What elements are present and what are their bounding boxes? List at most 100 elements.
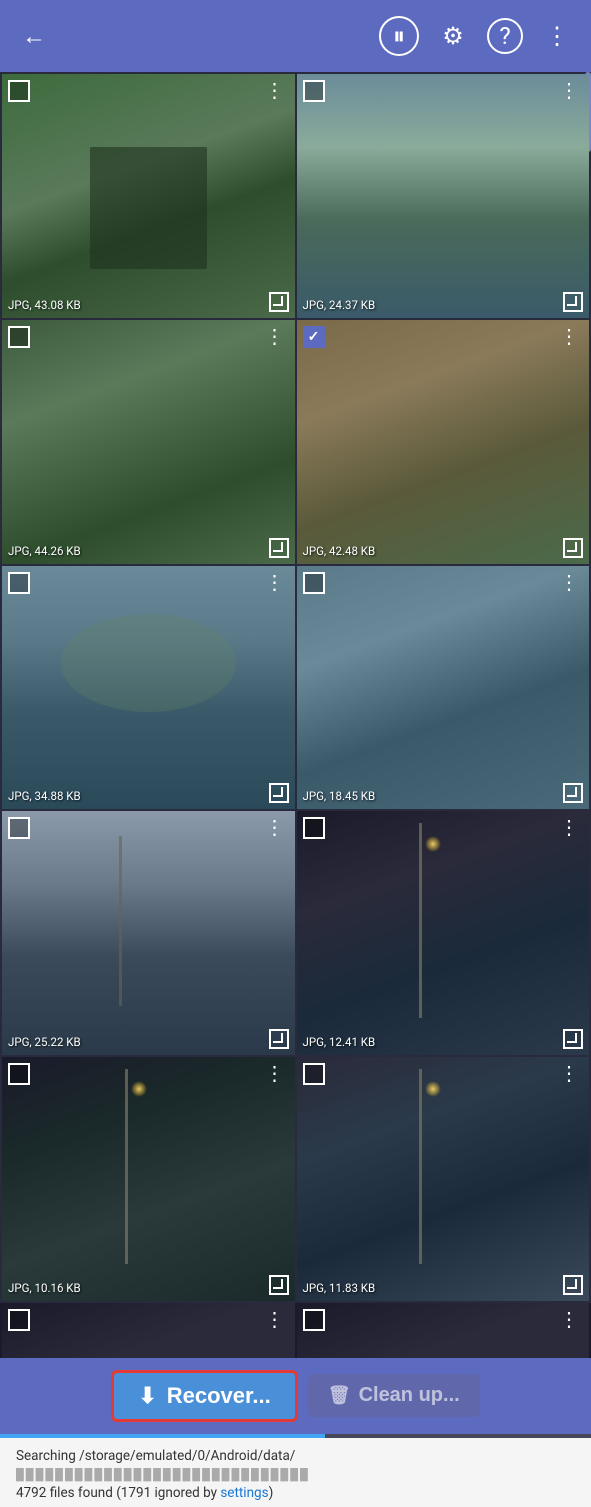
checkbox-7[interactable] [8,817,30,839]
checkbox-partial-left[interactable] [8,1309,30,1331]
settings-link[interactable]: settings [220,1485,268,1501]
item-bottom-7: JPG, 25.22 KB [2,1029,295,1055]
progress-bar [0,1434,591,1438]
checkbox-5[interactable] [8,572,30,594]
more-options-6[interactable]: ⋮ [555,572,583,592]
checkbox-10[interactable] [303,1063,325,1085]
item-top-1: ⋮ [2,74,295,102]
more-options-partial-right[interactable]: ⋮ [555,1309,583,1329]
download-icon: ⬇ [138,1383,156,1409]
checkbox-6[interactable] [303,572,325,594]
item-overlay-5: ⋮ JPG, 34.88 KB [2,566,295,810]
more-options-8[interactable]: ⋮ [555,817,583,837]
item-label-3: JPG, 44.26 KB [8,544,81,558]
expand-button-4[interactable] [563,538,583,558]
pause-button[interactable]: ⏸ [379,16,419,56]
checkbox-1[interactable] [8,80,30,102]
item-overlay-9: ⋮ JPG, 10.16 KB [2,1057,295,1301]
item-top-8: ⋮ [297,811,590,839]
checkbox-9[interactable] [8,1063,30,1085]
expand-button-10[interactable] [563,1275,583,1295]
item-overlay-4: ⋮ JPG, 42.48 KB [297,320,590,564]
expand-button-5[interactable] [269,783,289,803]
item-label-4: JPG, 42.48 KB [303,544,376,558]
item-bottom-2: JPG, 24.37 KB [297,292,590,318]
item-overlay-8: ⋮ JPG, 12.41 KB [297,811,590,1055]
item-label-7: JPG, 25.22 KB [8,1035,81,1049]
grid-item-8: ⋮ JPG, 12.41 KB [297,811,590,1055]
expand-button-3[interactable] [269,538,289,558]
item-label-10: JPG, 11.83 KB [303,1281,376,1295]
files-found: 4792 files found (1791 ignored by settin… [16,1485,575,1501]
action-bar: ⬇ Recover... 🗑 Clean up... [0,1358,591,1434]
item-label-1: JPG, 43.08 KB [8,298,81,312]
checkbox-8[interactable] [303,817,325,839]
item-top-3: ⋮ [2,320,295,348]
grid-item-6: ⋮ JPG, 18.45 KB [297,566,590,810]
checkbox-2[interactable] [303,80,325,102]
grid-item-partial-left: ⋮ [2,1303,295,1358]
grid-item-7: ⋮ JPG, 25.22 KB [2,811,295,1055]
toolbar: ← ⏸ ⚙ ? ⋮ [0,0,591,72]
grid-item-5: ⋮ JPG, 34.88 KB [2,566,295,810]
item-bottom-1: JPG, 43.08 KB [2,292,295,318]
expand-button-6[interactable] [563,783,583,803]
status-bar: Searching /storage/emulated/0/Android/da… [0,1438,591,1507]
expand-button-1[interactable] [269,292,289,312]
more-options-4[interactable]: ⋮ [555,326,583,346]
photo-grid: ⋮ JPG, 43.08 KB ⋮ JPG, 24.37 KB ⋮ [0,72,591,1303]
grid-item-10: ⋮ JPG, 11.83 KB [297,1057,590,1301]
more-icon: ⋮ [545,22,569,50]
more-options-partial-left[interactable]: ⋮ [261,1309,289,1329]
item-label-2: JPG, 24.37 KB [303,298,376,312]
more-options-3[interactable]: ⋮ [261,326,289,346]
more-options-5[interactable]: ⋮ [261,572,289,592]
item-top-5: ⋮ [2,566,295,594]
cleanup-button[interactable]: 🗑 Clean up... [308,1374,480,1417]
checkbox-partial-right[interactable] [303,1309,325,1331]
item-bottom-5: JPG, 34.88 KB [2,783,295,809]
item-top-9: ⋮ [2,1057,295,1085]
item-top-4: ⋮ [297,320,590,348]
item-top-10: ⋮ [297,1057,590,1085]
progress-fill [0,1434,325,1438]
more-options-1[interactable]: ⋮ [261,80,289,100]
expand-button-9[interactable] [269,1275,289,1295]
more-options-9[interactable]: ⋮ [261,1063,289,1083]
item-bottom-10: JPG, 11.83 KB [297,1275,590,1301]
recover-button[interactable]: ⬇ Recover... [111,1370,297,1422]
item-bottom-4: JPG, 42.48 KB [297,538,590,564]
item-overlay-2: ⋮ JPG, 24.37 KB [297,74,590,318]
more-options-10[interactable]: ⋮ [555,1063,583,1083]
pause-icon: ⏸ [393,22,405,50]
expand-button-8[interactable] [563,1029,583,1049]
expand-button-7[interactable] [269,1029,289,1049]
partial-row: ⋮ ⋮ [0,1303,591,1358]
more-options-7[interactable]: ⋮ [261,817,289,837]
item-overlay-10: ⋮ JPG, 11.83 KB [297,1057,590,1301]
item-label-6: JPG, 18.45 KB [303,789,376,803]
more-menu-button[interactable]: ⋮ [539,18,575,54]
checkbox-3[interactable] [8,326,30,348]
cleanup-label: Clean up... [359,1384,460,1407]
grid-item-2: ⋮ JPG, 24.37 KB [297,74,590,318]
settings-button[interactable]: ⚙ [435,18,471,54]
item-label-9: JPG, 10.16 KB [8,1281,81,1295]
grid-item-3: ⋮ JPG, 44.26 KB [2,320,295,564]
item-label-8: JPG, 12.41 KB [303,1035,376,1049]
help-icon: ? [499,22,510,50]
help-button[interactable]: ? [487,18,523,54]
item-top-2: ⋮ [297,74,590,102]
item-label-5: JPG, 34.88 KB [8,789,81,803]
more-options-2[interactable]: ⋮ [555,80,583,100]
item-overlay-1: ⋮ JPG, 43.08 KB [2,74,295,318]
grid-item-1: ⋮ JPG, 43.08 KB [2,74,295,318]
recover-label: Recover... [167,1383,271,1409]
back-button[interactable]: ← [16,18,52,54]
gear-icon: ⚙ [442,22,464,50]
item-overlay-7: ⋮ JPG, 25.22 KB [2,811,295,1055]
expand-button-2[interactable] [563,292,583,312]
item-top-6: ⋮ [297,566,590,594]
checkbox-4[interactable] [303,326,325,348]
item-overlay-6: ⋮ JPG, 18.45 KB [297,566,590,810]
